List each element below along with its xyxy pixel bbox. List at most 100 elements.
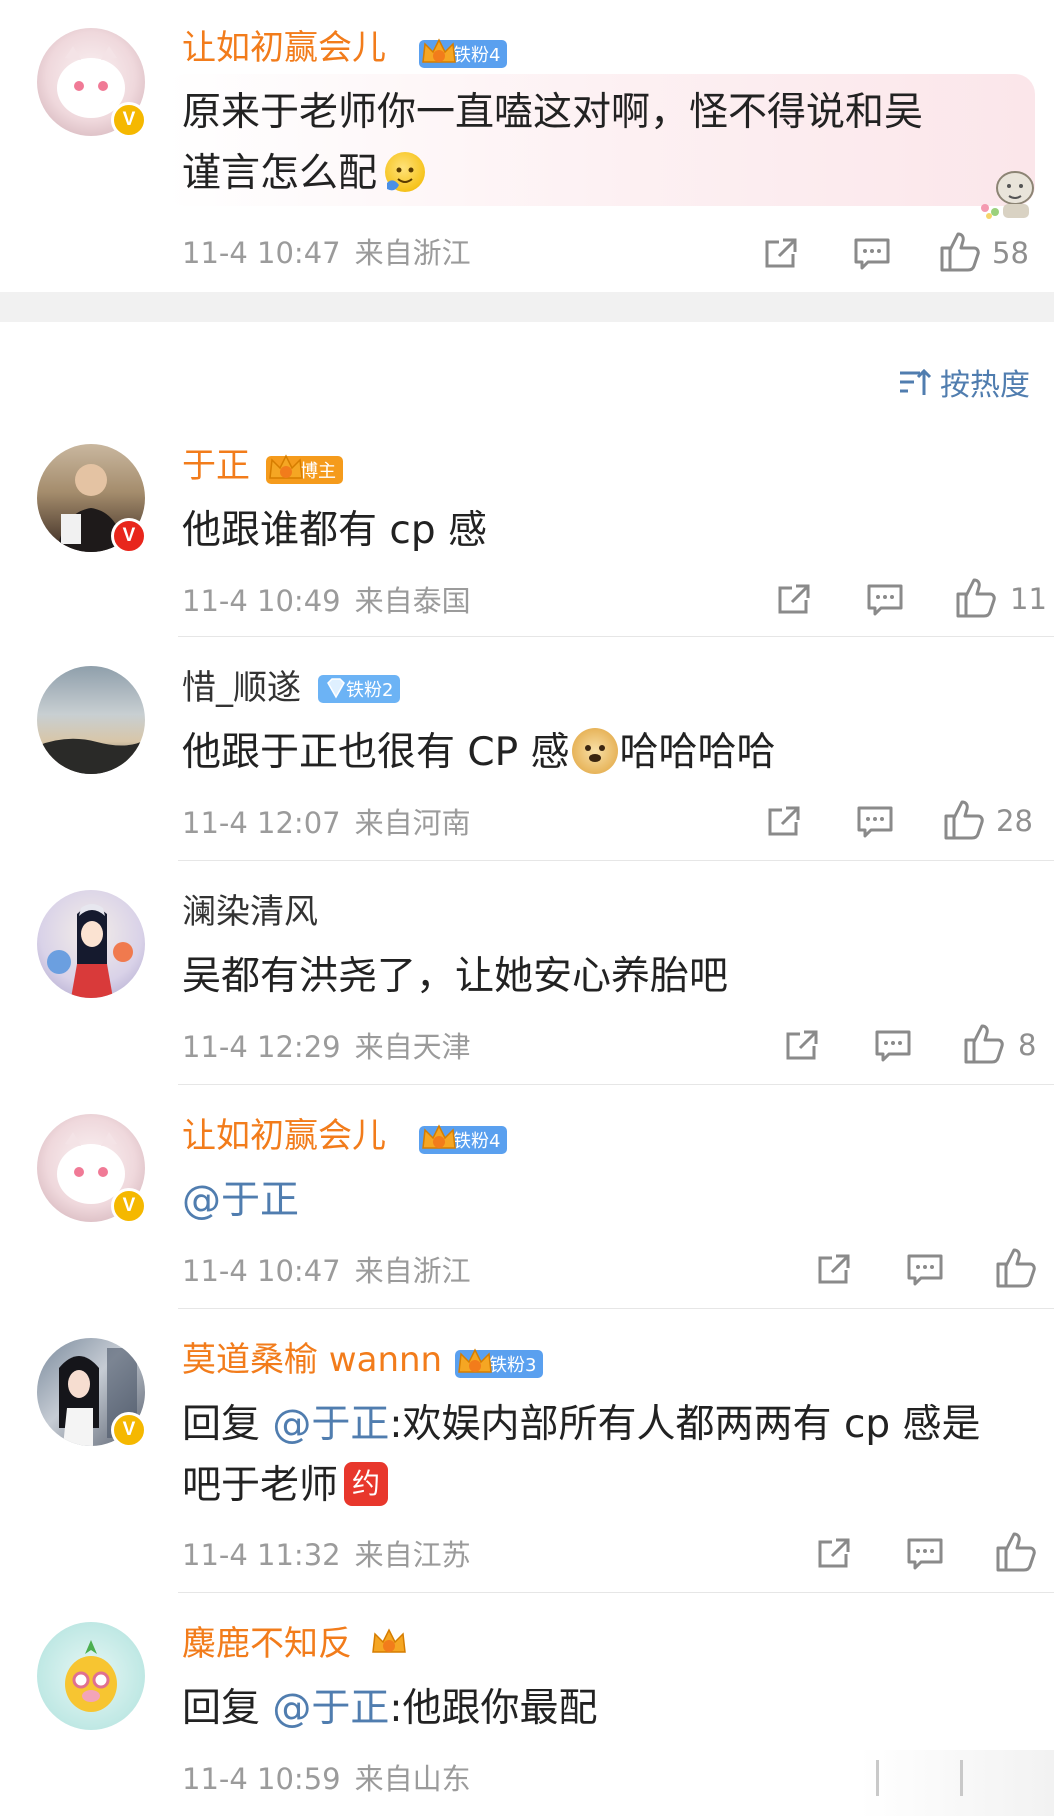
comment-text: 他跟于正也很有 CP 感 — [182, 730, 570, 775]
comment-icon[interactable] — [856, 804, 894, 840]
share-icon[interactable] — [816, 1252, 852, 1288]
comment-text: 谨言怎么配 — [182, 151, 378, 196]
crown-icon — [422, 1124, 456, 1149]
share-icon[interactable] — [816, 1536, 852, 1572]
comment-meta: 11-4 10:47 来自浙江 — [182, 1254, 485, 1288]
comment-icon[interactable] — [853, 236, 891, 272]
sort-icon — [900, 368, 932, 395]
comment-meta: 11-4 10:59 来自山东 — [182, 1762, 485, 1796]
verified-badge-icon: V — [111, 1188, 147, 1224]
crown-icon — [422, 38, 456, 63]
scroll-indicator — [876, 1760, 879, 1796]
reply-text-line: 回复 @于正:他跟你最配 — [182, 1680, 598, 1738]
crown-icon — [269, 454, 303, 479]
username[interactable]: 麋鹿不知反 — [182, 1624, 409, 1666]
location: 来自天津 — [354, 1030, 471, 1064]
comment-icon[interactable] — [874, 1028, 912, 1064]
comment-text: :他跟你最配 — [389, 1686, 598, 1731]
fan-badge: 铁粉4 — [419, 1124, 508, 1154]
like-count: 8 — [1018, 1028, 1037, 1062]
fan-badge: 铁粉4 — [419, 38, 508, 68]
doge-emoji-icon — [571, 727, 618, 774]
username[interactable]: 莫道桑榆 wannn — [182, 1340, 442, 1380]
sticker-decoration — [975, 162, 1043, 222]
comment-icon[interactable] — [866, 582, 904, 618]
avatar[interactable] — [37, 890, 145, 998]
share-icon[interactable] — [784, 1028, 820, 1064]
share-icon[interactable] — [776, 582, 812, 618]
sort-label: 按热度 — [940, 368, 1030, 403]
like-icon[interactable] — [942, 798, 986, 842]
crown-icon — [458, 1348, 492, 1373]
location: 来自河南 — [354, 806, 471, 840]
reply-text-line-2: 吧于老师约 — [182, 1457, 389, 1515]
sort-control[interactable]: 按热度 — [898, 360, 1030, 404]
timestamp: 11-4 10:47 — [182, 1254, 341, 1288]
divider — [178, 860, 1054, 861]
fan-badge: 铁粉3 — [455, 1348, 544, 1378]
like-icon[interactable] — [994, 1530, 1038, 1574]
mention-link[interactable]: @于正 — [272, 1402, 389, 1447]
username[interactable]: 澜染清风 — [182, 892, 318, 932]
location: 来自山东 — [354, 1762, 471, 1796]
comment-meta: 11-4 10:47 来自浙江 — [182, 236, 485, 270]
reply-text-line: 回复 @于正:欢娱内部所有人都两两有 cp 感是 — [182, 1396, 981, 1454]
username[interactable]: 惜_顺遂 — [182, 668, 301, 708]
like-count: 11 — [1010, 582, 1047, 616]
fan-badge-label: 铁粉3 — [489, 1355, 537, 1376]
mention-link[interactable]: @于正 — [272, 1686, 389, 1731]
comment-meta: 11-4 12:07 来自河南 — [182, 806, 485, 840]
divider — [178, 1084, 1054, 1085]
divider — [178, 1308, 1054, 1309]
divider — [178, 1592, 1054, 1593]
username[interactable]: 让如初赢会儿 — [182, 1116, 386, 1156]
comment-meta: 11-4 10:49 来自泰国 — [182, 584, 485, 618]
section-separator — [0, 292, 1054, 322]
avatar[interactable] — [37, 666, 145, 774]
fan-badge: 铁粉2 — [318, 675, 401, 703]
fan-badge-label: 铁粉4 — [453, 1131, 501, 1152]
location: 来自江苏 — [354, 1538, 471, 1572]
divider — [178, 636, 1054, 637]
username-text: 麋鹿不知反 — [182, 1624, 352, 1664]
comment-text: 吴都有洪尧了，让她安心养胎吧 — [182, 954, 729, 999]
blogger-badge: 博主 — [266, 454, 343, 484]
reply-prefix: 回复 — [182, 1686, 273, 1731]
fan-badge-label: 铁粉2 — [346, 680, 394, 701]
like-count: 28 — [996, 804, 1033, 838]
location: 来自浙江 — [354, 236, 471, 270]
share-icon[interactable] — [766, 804, 802, 840]
location: 来自浙江 — [354, 1254, 471, 1288]
verified-badge-icon: V — [111, 102, 147, 138]
username[interactable]: 让如初赢会儿 — [182, 28, 386, 68]
like-icon[interactable] — [994, 1246, 1038, 1290]
comment-text: 他跟谁都有 cp 感 — [182, 508, 487, 553]
share-icon[interactable] — [763, 236, 799, 272]
like-icon[interactable] — [954, 576, 998, 620]
comment-meta: 11-4 12:29 来自天津 — [182, 1030, 485, 1064]
comment-text: :欢娱内部所有人都两两有 cp 感是 — [389, 1402, 981, 1447]
comment-text: 吧于老师 — [182, 1463, 339, 1508]
verified-badge-icon: V — [111, 1412, 147, 1448]
comment-text-after: 哈哈哈哈 — [619, 730, 776, 775]
timestamp: 11-4 12:29 — [182, 1030, 341, 1064]
comment-icon[interactable] — [906, 1252, 944, 1288]
salute-emoji-icon — [385, 151, 426, 192]
mention-link[interactable]: @于正 — [182, 1172, 299, 1230]
reply-prefix: 回复 — [182, 1402, 273, 1447]
timestamp: 11-4 10:59 — [182, 1762, 341, 1796]
bottom-fade-overlay — [860, 1750, 1054, 1816]
avatar[interactable] — [37, 1622, 145, 1730]
like-icon[interactable] — [962, 1022, 1006, 1066]
verified-badge-icon: V — [111, 518, 147, 554]
username[interactable]: 于正 — [182, 446, 250, 486]
timestamp: 11-4 12:07 — [182, 806, 341, 840]
timestamp: 11-4 10:49 — [182, 584, 341, 618]
like-icon[interactable] — [938, 230, 982, 274]
timestamp: 11-4 10:47 — [182, 236, 341, 270]
comment-text-line: 他跟于正也很有 CP 感 哈哈哈哈 — [182, 724, 776, 782]
comment-icon[interactable] — [906, 1536, 944, 1572]
crown-icon — [371, 1627, 406, 1653]
location: 来自泰国 — [354, 584, 471, 618]
stamp-emoji-icon: 约 — [344, 1461, 389, 1506]
